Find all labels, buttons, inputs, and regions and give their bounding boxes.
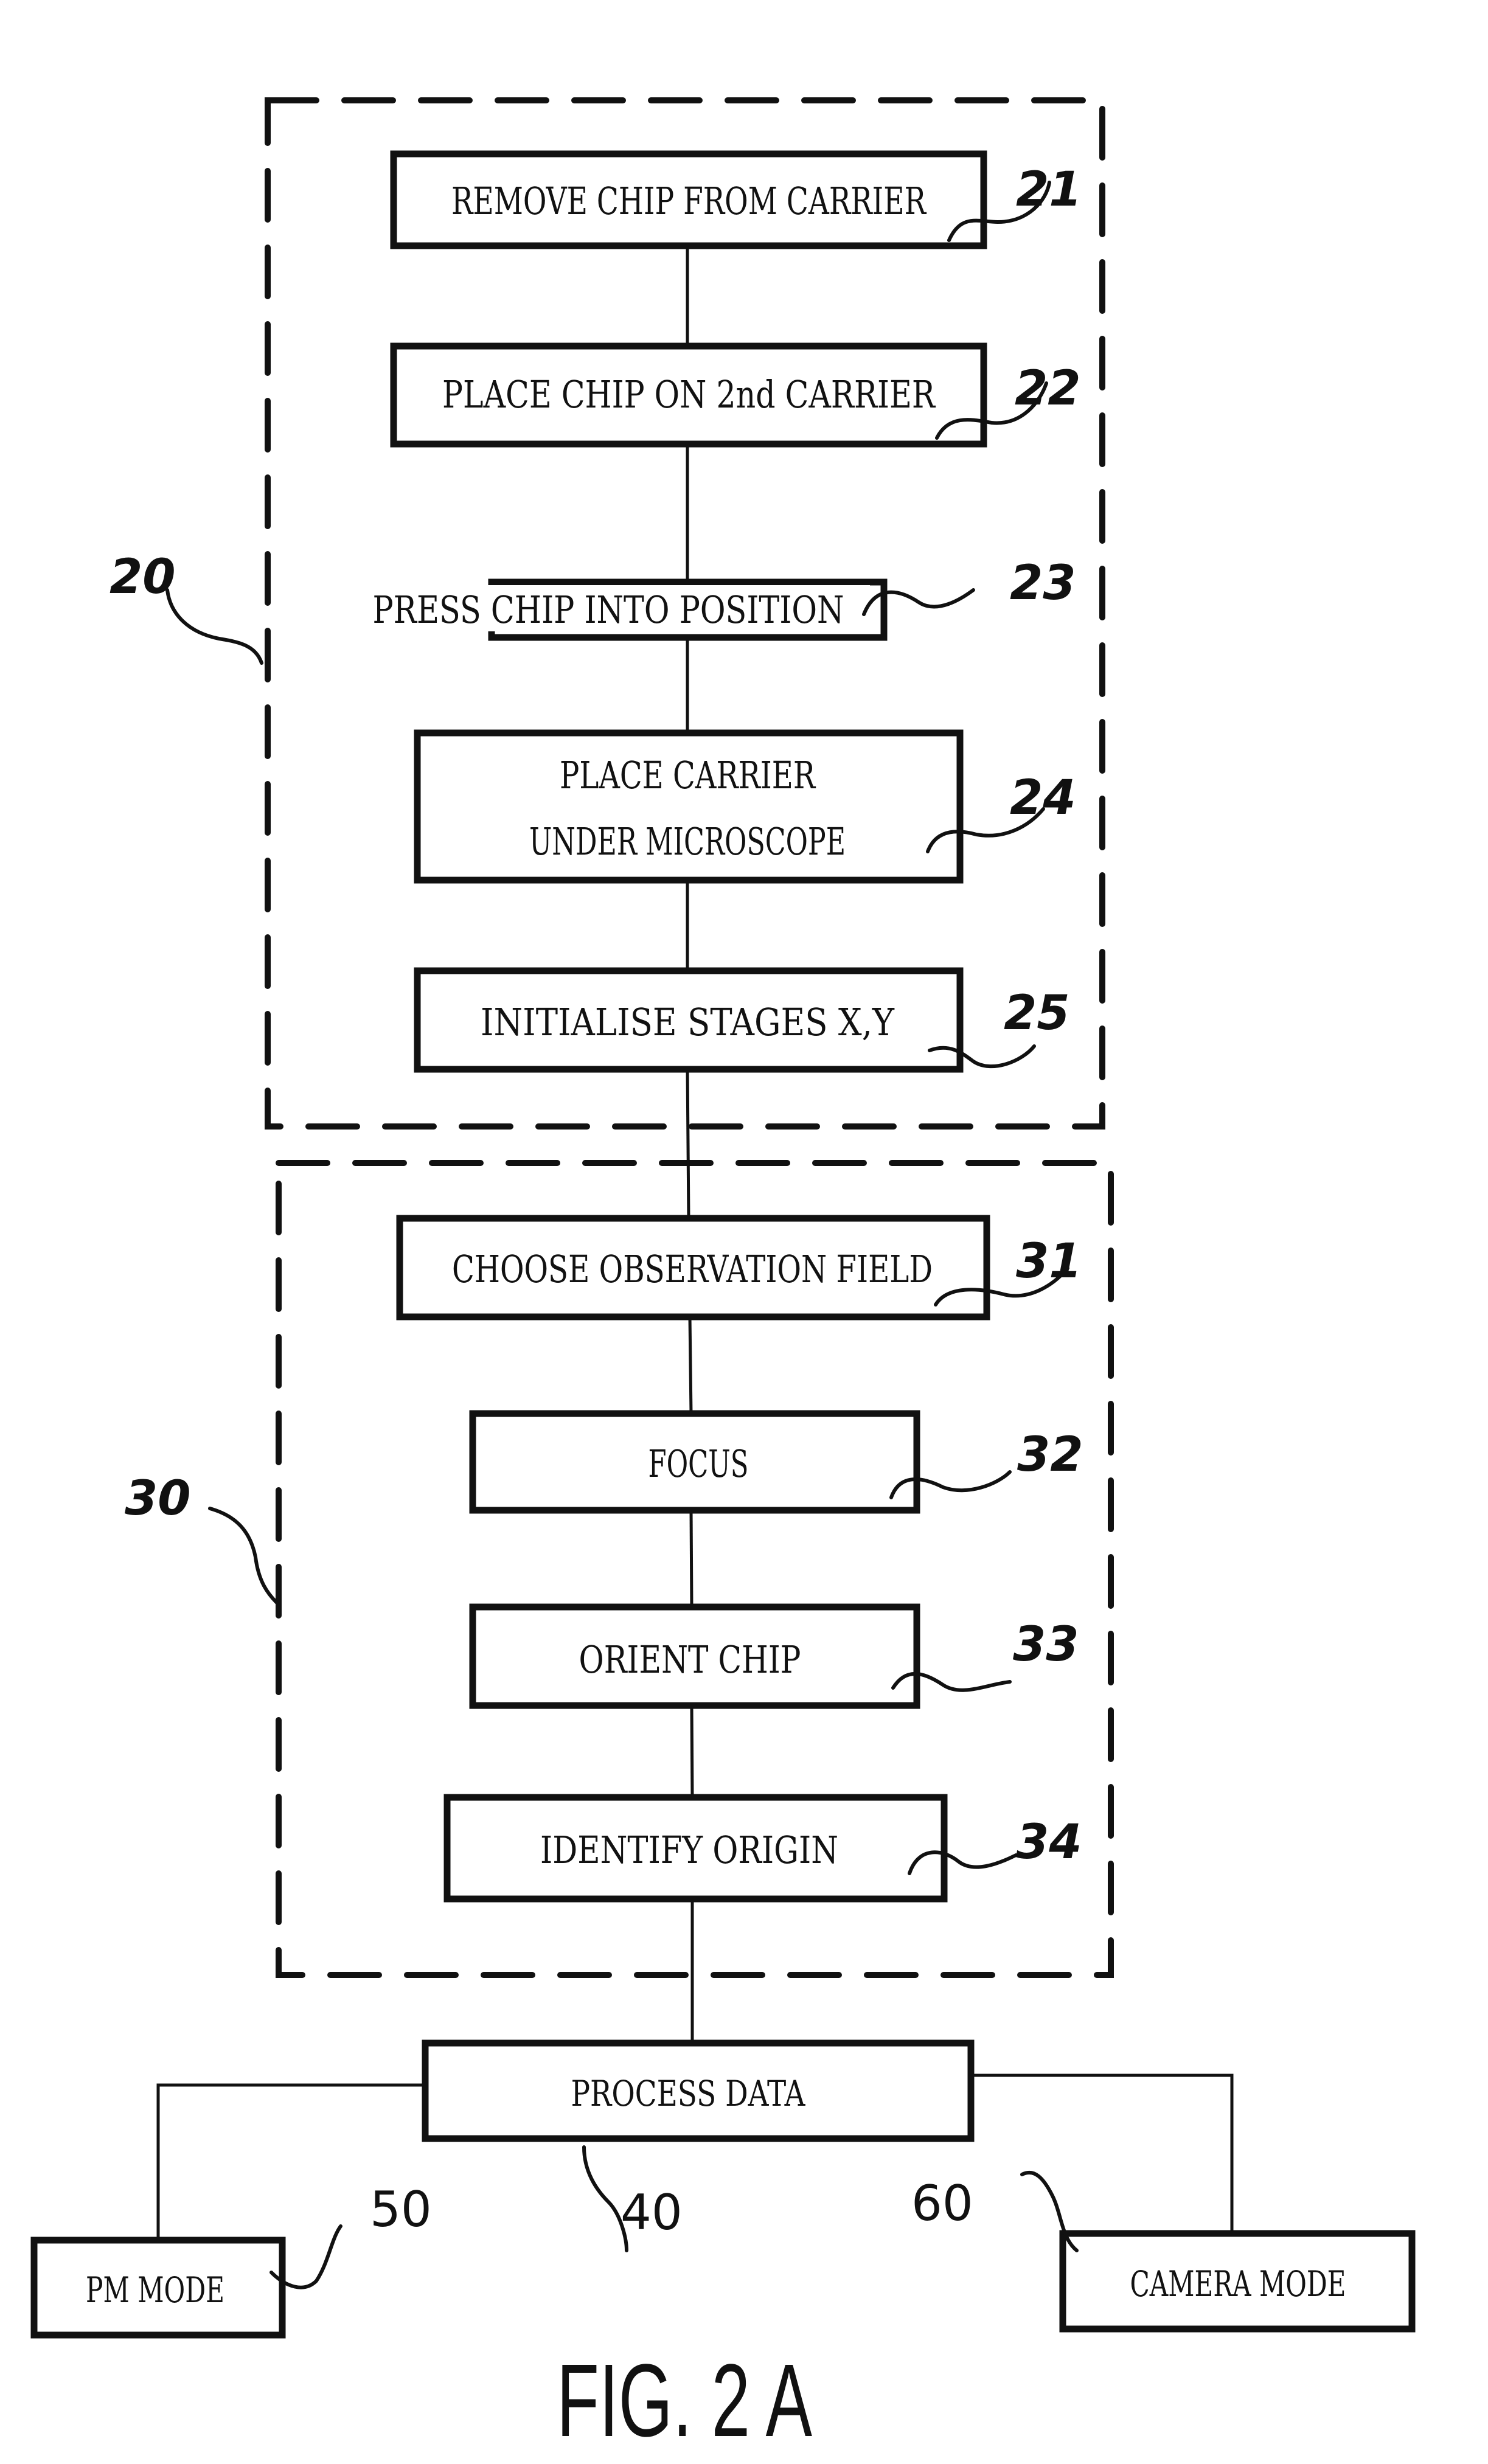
step-32: FOCUS <box>469 1410 920 1514</box>
step-50: PM MODE <box>30 2237 286 2339</box>
step-24-label-line1: PLACE CARRIER <box>560 753 816 797</box>
leader-30 <box>208 1507 279 1605</box>
connector-32-33 <box>689 1510 694 1608</box>
ref-30: 30 <box>125 1471 191 1526</box>
step-32-label: FOCUS <box>648 1442 749 1486</box>
ref-50: 50 <box>370 2181 432 2238</box>
step-22: PLACE CHIP ON 2nd CARRIER <box>390 342 987 448</box>
step-21-label: REMOVE CHIP FROM CARRIER <box>451 179 927 223</box>
step-24-label-line2: UNDER MICROSCOPE <box>529 819 846 864</box>
ref-32: 32 <box>1017 1428 1083 1482</box>
ref-31: 31 <box>1016 1234 1082 1289</box>
ref-60: 60 <box>911 2175 973 2232</box>
connector-25-31 <box>686 1069 690 1219</box>
step-40: PROCESS DATA <box>422 2039 975 2142</box>
step-24: PLACE CARRIER UNDER MICROSCOPE <box>414 729 964 884</box>
step-23-label: PRESS CHIP INTO POSITION <box>373 588 844 632</box>
flowchart-diagram: REMOVE CHIP FROM CARRIER PLACE CHIP ON 2… <box>30 97 1416 2459</box>
connector-40-60 <box>971 2074 1234 2233</box>
ref-22: 22 <box>1015 361 1081 416</box>
step-25: INITIALISE STAGES X,Y <box>414 967 964 1073</box>
step-31: CHOOSE OBSERVATION FIELD <box>396 1215 990 1320</box>
step-33: ORIENT CHIP <box>469 1603 920 1709</box>
step-34-label: IDENTIFY ORIGIN <box>540 1828 838 1872</box>
ref-24: 24 <box>1010 771 1076 825</box>
ref-20: 20 <box>110 550 176 605</box>
ref-23: 23 <box>1010 556 1076 611</box>
ref-40: 40 <box>621 2184 683 2241</box>
step-23: PRESS CHIP INTO POSITION <box>365 578 888 641</box>
step-34: IDENTIFY ORIGIN <box>443 1794 948 1903</box>
step-50-label: PM MODE <box>86 2269 224 2311</box>
step-60: CAMERA MODE <box>1059 2230 1416 2333</box>
step-31-label: CHOOSE OBSERVATION FIELD <box>452 1247 933 1291</box>
step-40-label: PROCESS DATA <box>571 2073 806 2114</box>
ref-34: 34 <box>1016 1815 1082 1870</box>
ref-25: 25 <box>1004 986 1070 1041</box>
step-33-label: ORIENT CHIP <box>579 1637 801 1682</box>
step-60-label: CAMERA MODE <box>1130 2263 1346 2305</box>
step-22-label: PLACE CHIP ON 2nd CARRIER <box>442 372 936 417</box>
ref-33: 33 <box>1013 1617 1079 1672</box>
connector-31-32 <box>688 1316 693 1414</box>
leader-60 <box>1020 2170 1079 2252</box>
figure-caption: FIG. 2 A <box>557 2343 812 2459</box>
step-25-label: INITIALISE STAGES X,Y <box>481 1000 895 1044</box>
leader-20 <box>165 588 263 665</box>
step-21: REMOVE CHIP FROM CARRIER <box>390 150 987 249</box>
ref-21: 21 <box>1016 162 1082 217</box>
